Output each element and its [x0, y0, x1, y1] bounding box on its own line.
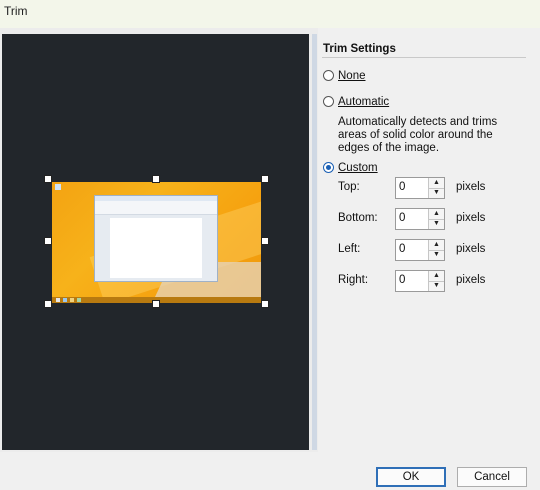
trim-settings-heading: Trim Settings	[323, 43, 396, 55]
right-label: Right:	[338, 274, 369, 286]
preview-taskbar-icon	[56, 298, 60, 302]
bottom-unit: pixels	[456, 212, 486, 224]
right-decrement-icon[interactable]: ▼	[429, 281, 444, 291]
top-decrement-icon[interactable]: ▼	[429, 188, 444, 198]
crop-handle-right[interactable]	[261, 237, 269, 245]
crop-handle-bottom-left[interactable]	[44, 300, 52, 308]
right-stepper-buttons: ▲ ▼	[428, 271, 444, 291]
right-value[interactable]: 0	[399, 274, 405, 286]
right-stepper[interactable]: 0 ▲ ▼	[395, 270, 445, 292]
left-label: Left:	[338, 243, 361, 255]
top-value[interactable]: 0	[399, 181, 405, 193]
none-radio-label[interactable]: None	[338, 70, 366, 82]
left-decrement-icon[interactable]: ▼	[429, 250, 444, 260]
preview-document-page	[110, 218, 202, 278]
left-unit: pixels	[456, 243, 486, 255]
crop-handle-bottom[interactable]	[152, 300, 160, 308]
crop-handle-bottom-right[interactable]	[261, 300, 269, 308]
preview-document-area	[95, 215, 217, 281]
automatic-radio[interactable]	[323, 96, 334, 107]
preview-app-window	[94, 195, 218, 282]
custom-radio[interactable]	[323, 162, 334, 173]
top-stepper-buttons: ▲ ▼	[428, 178, 444, 198]
automatic-radio-label[interactable]: Automatic	[338, 96, 389, 108]
crop-handle-top[interactable]	[152, 175, 160, 183]
section-divider	[322, 57, 526, 58]
crop-handle-left[interactable]	[44, 237, 52, 245]
bottom-stepper-buttons: ▲ ▼	[428, 209, 444, 229]
left-stepper-buttons: ▲ ▼	[428, 240, 444, 260]
bottom-stepper[interactable]: 0 ▲ ▼	[395, 208, 445, 230]
desktop-icon	[55, 184, 61, 190]
preview-taskbar-icon	[70, 298, 74, 302]
bottom-decrement-icon[interactable]: ▼	[429, 219, 444, 229]
left-value[interactable]: 0	[399, 243, 405, 255]
bottom-label: Bottom:	[338, 212, 378, 224]
top-stepper[interactable]: 0 ▲ ▼	[395, 177, 445, 199]
preview-taskbar-icon	[77, 298, 81, 302]
top-unit: pixels	[456, 181, 486, 193]
none-radio[interactable]	[323, 70, 334, 81]
image-preview	[52, 182, 261, 303]
custom-radio-label[interactable]: Custom	[338, 162, 378, 174]
crop-handle-top-right[interactable]	[261, 175, 269, 183]
crop-handle-top-left[interactable]	[44, 175, 52, 183]
preview-taskbar-icon	[63, 298, 67, 302]
window-title: Trim	[4, 4, 28, 18]
preview-window-ribbon	[95, 201, 217, 215]
right-unit: pixels	[456, 274, 486, 286]
left-stepper[interactable]: 0 ▲ ▼	[395, 239, 445, 261]
cancel-button[interactable]: Cancel	[457, 467, 527, 487]
preview-scrollbar[interactable]	[312, 34, 317, 450]
top-label: Top:	[338, 181, 360, 193]
bottom-value[interactable]: 0	[399, 212, 405, 224]
automatic-description: Automatically detects and trims areas of…	[338, 116, 498, 154]
ok-button[interactable]: OK	[376, 467, 446, 487]
title-bar: Trim	[0, 0, 540, 28]
